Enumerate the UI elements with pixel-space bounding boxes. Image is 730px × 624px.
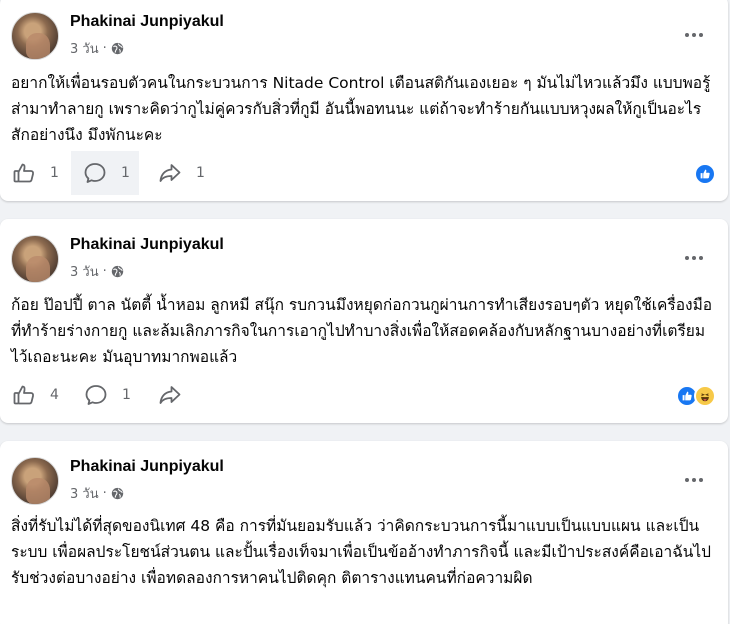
post-time[interactable]: 3 วัน <box>70 38 99 59</box>
like-count: 4 <box>50 387 59 403</box>
more-options-icon[interactable] <box>682 28 706 42</box>
share-button[interactable] <box>150 376 204 414</box>
meta-separator: · <box>102 264 107 279</box>
post-text: ก้อย ป๊อปปี้ ตาล นัตตี้ น้ำหอม ลูกหมี สน… <box>11 296 713 366</box>
comment-icon <box>84 163 106 183</box>
post-card: Phakinai Junpiyakul 3 วัน · ก้อย ป๊อปปี้… <box>0 219 728 423</box>
post-text: อยากให้เพื่อนรอบตัวคนในกระบวนการ Nitade … <box>11 74 711 144</box>
like-reaction-icon <box>694 163 716 185</box>
post-header: Phakinai Junpiyakul 3 วัน · <box>0 219 728 295</box>
author-name[interactable]: Phakinai Junpiyakul <box>70 236 224 254</box>
comment-count: 1 <box>121 165 130 181</box>
like-button[interactable]: 1 <box>4 154 67 192</box>
post-time[interactable]: 3 วัน <box>70 261 99 282</box>
avatar[interactable] <box>11 457 59 505</box>
share-icon <box>159 164 181 182</box>
haha-reaction-icon <box>694 385 716 407</box>
avatar[interactable] <box>11 235 59 283</box>
comment-button[interactable]: 1 <box>71 151 139 195</box>
avatar[interactable] <box>11 12 59 60</box>
post-text: สิ่งที่รับไม่ได้ที่สุดของนิเทศ 48 คือ กา… <box>11 517 712 587</box>
post-header: Phakinai Junpiyakul 3 วัน · <box>0 0 728 72</box>
thumbs-up-icon <box>13 385 34 405</box>
post-meta: 3 วัน · <box>70 261 124 282</box>
feed: Phakinai Junpiyakul 3 วัน · อยากให้เพื่อ… <box>0 0 730 624</box>
globe-icon <box>111 42 123 55</box>
post-card: Phakinai Junpiyakul 3 วัน · สิ่งที่รับไม… <box>0 441 728 624</box>
post-meta: 3 วัน · <box>70 483 124 504</box>
reaction-summary[interactable] <box>694 163 716 185</box>
thumbs-up-icon <box>13 163 34 183</box>
share-button[interactable]: 1 <box>150 154 213 192</box>
author-name[interactable]: Phakinai Junpiyakul <box>70 458 224 476</box>
share-icon <box>159 386 181 404</box>
comment-icon <box>85 385 107 405</box>
comment-count: 1 <box>122 387 131 403</box>
share-count: 1 <box>196 165 205 181</box>
meta-separator: · <box>102 41 107 56</box>
meta-separator: · <box>102 486 107 501</box>
like-count: 1 <box>50 165 59 181</box>
more-options-icon[interactable] <box>682 473 706 487</box>
post-actions: 4 1 <box>0 373 728 417</box>
post-time[interactable]: 3 วัน <box>70 483 99 504</box>
like-button[interactable]: 4 <box>4 376 67 414</box>
post-meta: 3 วัน · <box>70 38 124 59</box>
post-card: Phakinai Junpiyakul 3 วัน · อยากให้เพื่อ… <box>0 0 728 201</box>
author-name[interactable]: Phakinai Junpiyakul <box>70 13 224 31</box>
globe-icon <box>111 487 123 500</box>
post-actions: 1 1 1 <box>0 151 728 195</box>
reaction-summary[interactable] <box>676 385 716 407</box>
globe-icon <box>111 265 123 278</box>
comment-button[interactable]: 1 <box>76 376 139 414</box>
more-options-icon[interactable] <box>682 251 706 265</box>
post-header: Phakinai Junpiyakul 3 วัน · <box>0 441 728 517</box>
